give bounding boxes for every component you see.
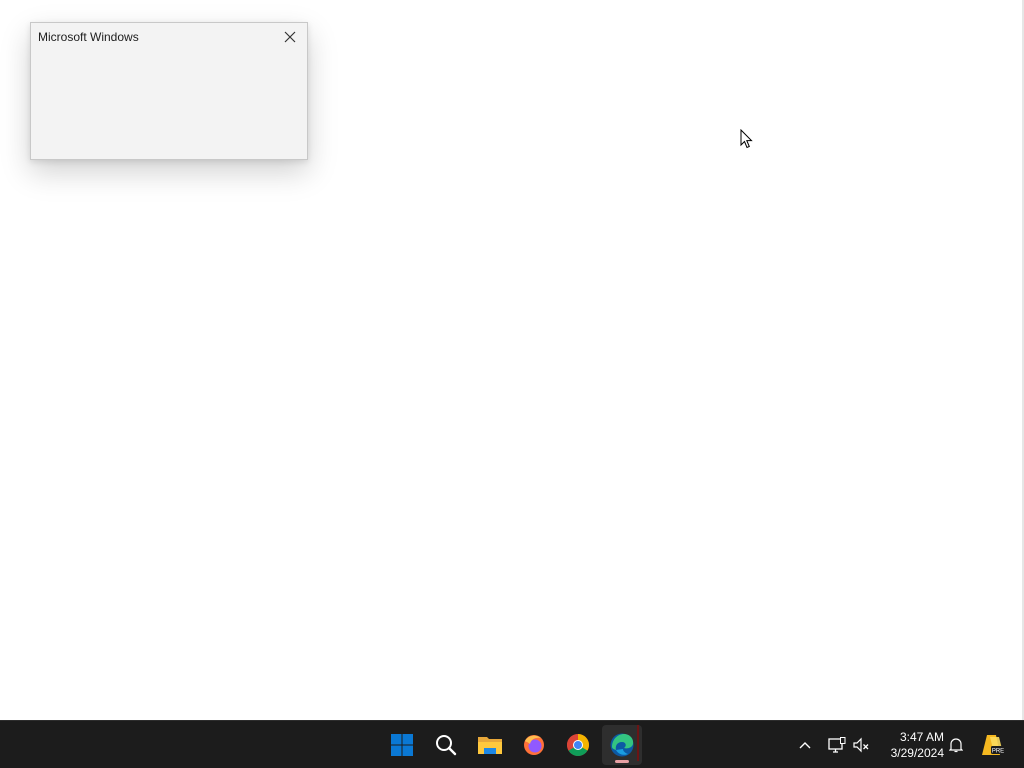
mouse-cursor-icon <box>740 128 754 154</box>
firefox-icon <box>524 735 544 755</box>
firefox-button[interactable] <box>514 725 554 765</box>
microsoft-windows-dialog: Microsoft Windows <box>30 22 308 160</box>
copilot-button[interactable]: PRE <box>980 733 1006 757</box>
svg-text:PRE: PRE <box>992 749 1004 755</box>
chrome-icon <box>567 734 589 756</box>
volume-button[interactable] <box>851 733 873 757</box>
edge-button[interactable] <box>602 725 642 765</box>
copilot-pre-icon: PRE <box>982 735 1005 755</box>
edge-icon <box>610 733 634 757</box>
taskbar: 3:47 AM 3/29/2024 PRE <box>0 720 1024 768</box>
file-explorer-button[interactable] <box>470 725 510 765</box>
volume-muted-icon <box>853 737 869 753</box>
network-icon <box>828 737 846 753</box>
chrome-button[interactable] <box>558 725 598 765</box>
search-button[interactable] <box>426 725 466 765</box>
chevron-up-icon <box>799 742 811 749</box>
desktop: Microsoft Windows <box>0 0 1024 720</box>
dialog-title: Microsoft Windows <box>38 30 139 44</box>
file-explorer-icon <box>478 737 502 754</box>
clock[interactable]: 3:47 AM 3/29/2024 <box>878 729 944 761</box>
start-icon <box>391 734 413 756</box>
search-icon <box>436 735 457 756</box>
taskbar-app-edge-marker <box>637 725 639 761</box>
bell-icon <box>949 738 963 753</box>
close-button[interactable] <box>279 27 301 47</box>
clock-time: 3:47 AM <box>899 730 944 744</box>
clock-date: 3/29/2024 <box>890 746 944 760</box>
notifications-button[interactable] <box>945 733 967 757</box>
network-button[interactable] <box>826 733 848 757</box>
start-button[interactable] <box>382 725 422 765</box>
active-app-indicator <box>615 760 629 763</box>
show-hidden-icons-button[interactable] <box>794 733 816 757</box>
close-icon <box>284 31 296 43</box>
